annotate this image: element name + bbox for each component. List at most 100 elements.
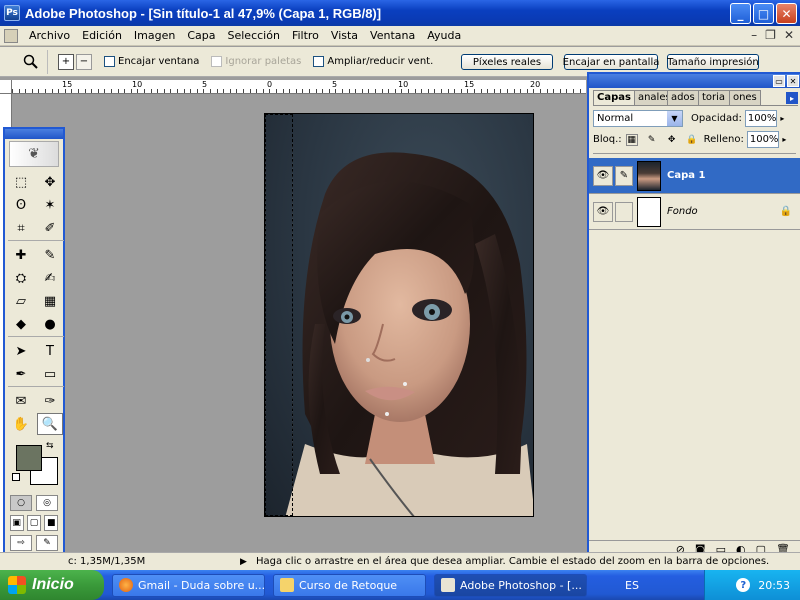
- menu-imagen[interactable]: Imagen: [128, 29, 181, 42]
- taskbar-item-photoshop[interactable]: Adobe Photoshop - [...: [434, 573, 587, 597]
- tab-acciones[interactable]: ones: [728, 90, 761, 105]
- menu-ayuda[interactable]: Ayuda: [421, 29, 467, 42]
- ruler-tick: [460, 89, 462, 93]
- layer-row-fondo[interactable]: 👁 Fondo 🔒: [589, 194, 800, 230]
- menu-vista[interactable]: Vista: [325, 29, 364, 42]
- type-tool-icon[interactable]: T: [37, 340, 63, 362]
- menu-filtro[interactable]: Filtro: [286, 29, 325, 42]
- photoshop-app-icon[interactable]: Ps: [4, 5, 20, 21]
- standard-mode-icon[interactable]: ○: [10, 495, 32, 511]
- rectangular-marquee-tool-icon[interactable]: ⬚: [8, 171, 34, 193]
- maximize-button[interactable]: □: [753, 3, 774, 24]
- marquee-selection[interactable]: [265, 114, 293, 516]
- taskbar-item-curso[interactable]: Curso de Retoque: [273, 573, 426, 597]
- brush-edit-icon[interactable]: ✎: [615, 165, 633, 186]
- eraser-tool-icon[interactable]: ▱: [8, 290, 34, 312]
- actual-pixels-button[interactable]: Píxeles reales: [461, 54, 553, 70]
- full-screen-icon[interactable]: ■: [44, 515, 59, 531]
- foreground-color-swatch[interactable]: [16, 445, 42, 471]
- blend-mode-select[interactable]: Normal ▼: [593, 110, 683, 127]
- checkbox-box[interactable]: [104, 56, 115, 67]
- lasso-tool-icon[interactable]: ʘ: [8, 194, 34, 216]
- gradient-tool-icon[interactable]: ▦: [37, 290, 63, 312]
- start-button[interactable]: Inicio: [0, 570, 104, 600]
- crop-tool-icon[interactable]: ⌗: [8, 217, 34, 239]
- opacity-input[interactable]: 100%: [744, 110, 777, 127]
- link-box-icon[interactable]: [615, 201, 633, 222]
- lock-pixels-icon[interactable]: ✎: [646, 134, 658, 146]
- tools-palette-titlebar[interactable]: [5, 129, 63, 139]
- pen-tool-icon[interactable]: ✒: [8, 363, 34, 385]
- jump-to-imageready-icon[interactable]: ⇨: [10, 535, 32, 551]
- eyedropper-tool-icon[interactable]: ✑: [37, 390, 63, 412]
- slice-tool-icon[interactable]: ✐: [37, 217, 63, 239]
- zoom-tool-preset-icon[interactable]: [14, 49, 48, 74]
- doc-restore-icon[interactable]: ❐: [765, 28, 776, 42]
- status-menu-arrow-icon[interactable]: ▶: [240, 557, 247, 567]
- dodge-tool-icon[interactable]: ●: [37, 313, 63, 335]
- lock-transparency-icon[interactable]: ▦: [625, 133, 638, 146]
- menu-ventana[interactable]: Ventana: [364, 29, 421, 42]
- image-canvas[interactable]: [264, 113, 534, 517]
- palette-minimize-icon[interactable]: ▭: [773, 75, 785, 87]
- checkbox-box[interactable]: [313, 56, 325, 67]
- tab-historia[interactable]: toria: [697, 90, 730, 105]
- healing-brush-tool-icon[interactable]: ✚: [8, 244, 34, 266]
- layer-row-capa-1[interactable]: 👁 ✎ Capa 1: [589, 158, 800, 194]
- clock[interactable]: 20:53: [758, 579, 790, 592]
- tab-trazados[interactable]: ados: [666, 90, 699, 105]
- fit-window-checkbox[interactable]: Encajar ventana: [104, 56, 199, 67]
- visibility-eye-icon[interactable]: 👁: [593, 165, 613, 186]
- ruler-origin[interactable]: [0, 80, 12, 94]
- palette-menu-icon[interactable]: ▸: [786, 92, 798, 104]
- tab-capas[interactable]: Capas: [593, 90, 635, 105]
- ruler-tick: [64, 89, 66, 93]
- hand-tool-icon[interactable]: ✋: [8, 413, 34, 435]
- fill-slider-icon[interactable]: ▸: [779, 133, 790, 146]
- menu-edicion[interactable]: Edición: [76, 29, 128, 42]
- fit-screen-button[interactable]: Encajar en pantalla: [563, 54, 659, 70]
- tab-canales[interactable]: anales: [633, 90, 668, 105]
- clone-stamp-tool-icon[interactable]: ⛭: [8, 267, 34, 289]
- doc-close-icon[interactable]: ✕: [784, 28, 794, 42]
- magic-wand-tool-icon[interactable]: ✶: [37, 194, 63, 216]
- menu-seleccion[interactable]: Selección: [222, 29, 286, 42]
- brush-tool-icon[interactable]: ✎: [37, 244, 63, 266]
- help-icon[interactable]: ?: [736, 578, 751, 592]
- adobe-feather-logo[interactable]: ❦: [9, 141, 59, 167]
- palette-close-icon[interactable]: ✕: [787, 75, 799, 87]
- swap-colors-icon[interactable]: ⇆: [46, 441, 54, 451]
- shape-tool-icon[interactable]: ▭: [37, 363, 63, 385]
- visibility-eye-icon[interactable]: 👁: [593, 201, 613, 222]
- zoom-out-icon[interactable]: −: [76, 53, 92, 70]
- menu-archivo[interactable]: Archivo: [23, 29, 76, 42]
- lock-position-icon[interactable]: ✥: [666, 134, 678, 146]
- path-selection-tool-icon[interactable]: ➤: [8, 340, 34, 362]
- zoom-in-icon[interactable]: +: [58, 53, 74, 70]
- full-screen-menu-icon[interactable]: ▢: [26, 515, 41, 531]
- language-indicator[interactable]: ES: [625, 579, 639, 592]
- doc-minimize-icon[interactable]: –: [751, 28, 757, 42]
- chevron-down-icon[interactable]: ▼: [667, 111, 682, 126]
- layers-palette-titlebar[interactable]: ▭ ✕: [589, 74, 800, 88]
- zoom-tool-icon[interactable]: 🔍: [37, 413, 63, 435]
- close-button[interactable]: ✕: [776, 3, 797, 24]
- horizontal-ruler[interactable]: 15 10 5 0 5 10 15 20: [12, 80, 586, 94]
- opacity-slider-icon[interactable]: ▸: [777, 112, 788, 125]
- blur-tool-icon[interactable]: ◆: [8, 313, 34, 335]
- quick-mask-mode-icon[interactable]: ◎: [36, 495, 58, 511]
- menu-capa[interactable]: Capa: [181, 29, 221, 42]
- history-brush-tool-icon[interactable]: ✍: [37, 267, 63, 289]
- edit-in-imageready-icon[interactable]: ✎: [36, 535, 58, 551]
- resize-windows-checkbox[interactable]: Ampliar/reducir vent.: [313, 56, 433, 67]
- fill-input[interactable]: 100%: [746, 131, 779, 148]
- document-icon[interactable]: [4, 28, 18, 43]
- standard-screen-icon[interactable]: ▣: [9, 515, 24, 531]
- minimize-button[interactable]: _: [730, 3, 751, 24]
- default-colors-icon[interactable]: [12, 473, 20, 481]
- print-size-button[interactable]: Tamaño impresión: [667, 54, 759, 70]
- lock-all-icon[interactable]: 🔒: [686, 134, 698, 146]
- notes-tool-icon[interactable]: ✉: [8, 390, 34, 412]
- move-tool-icon[interactable]: ✥: [37, 171, 63, 193]
- taskbar-item-gmail[interactable]: Gmail - Duda sobre u...: [112, 573, 265, 597]
